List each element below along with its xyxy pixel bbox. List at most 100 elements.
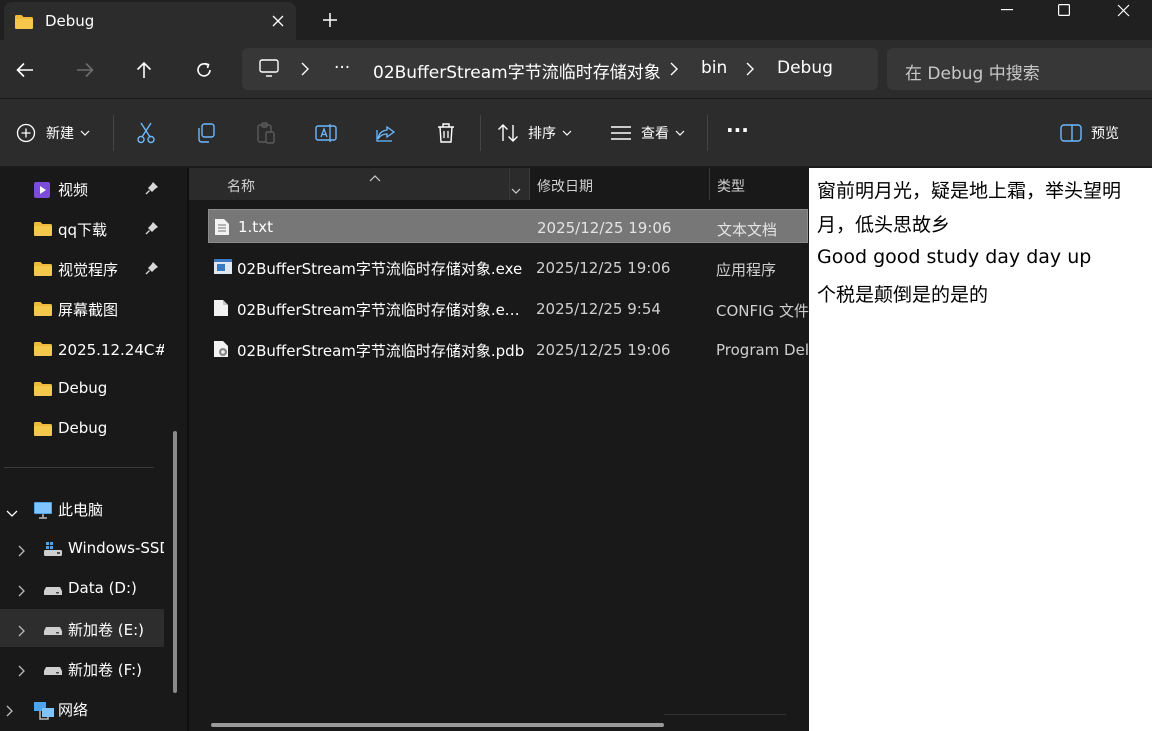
file-row[interactable]: 02BufferStream字节流临时存储对象.exe 2025/12/25 1… (208, 250, 808, 284)
chevron-right-icon (746, 62, 754, 80)
column-header-name-label: 名称 (227, 179, 255, 195)
chevron-right-icon[interactable] (18, 583, 26, 601)
address-bar[interactable]: ··· 02BufferStream字节流临时存储对象 bin Debug (242, 48, 878, 90)
delete-icon[interactable] (434, 121, 458, 145)
sidebar-scrollbar[interactable] (173, 431, 177, 693)
folder-icon (33, 341, 53, 361)
back-button[interactable] (9, 54, 41, 86)
refresh-button[interactable] (188, 54, 220, 86)
sort-button[interactable]: 排序 (497, 119, 572, 147)
sidebar-item-screenshots[interactable]: 屏幕截图 (0, 289, 164, 327)
folder-icon (33, 301, 53, 321)
more-options-button[interactable]: ··· (726, 116, 749, 144)
sidebar-item-csharp-folder[interactable]: 2025.12.24C#高 (0, 329, 164, 367)
search-input[interactable]: 在 Debug 中搜索 (905, 59, 1040, 84)
folder-icon (33, 381, 53, 401)
paste-icon[interactable] (254, 121, 278, 145)
column-divider[interactable] (529, 168, 530, 200)
file-name: 02BufferStream字节流临时存储对象.ex... (237, 301, 527, 319)
sidebar-item-label: Windows-SSD (68, 539, 164, 557)
windows-drive-icon (43, 541, 63, 561)
sidebar-item-network[interactable]: 网络 (0, 689, 164, 727)
column-divider[interactable] (509, 168, 510, 200)
minimize-button[interactable] (978, 0, 1036, 20)
sidebar-item-data-d[interactable]: Data (D:) (0, 569, 164, 607)
column-header-date[interactable]: 修改日期 (537, 176, 593, 196)
chevron-right-icon[interactable] (18, 543, 26, 561)
file-date: 2025/12/25 19:06 (536, 341, 671, 359)
file-date: 2025/12/25 9:54 (536, 300, 661, 318)
file-row[interactable]: 02BufferStream字节流临时存储对象.ex... 2025/12/25… (208, 291, 809, 325)
close-window-button[interactable] (1094, 0, 1152, 20)
file-date: 2025/12/25 19:06 (537, 219, 672, 237)
preview-text-line: 月，低头思故乡 (817, 214, 951, 236)
pin-icon (145, 261, 159, 279)
chevron-down-icon[interactable] (6, 504, 18, 522)
text-file-icon (214, 218, 230, 240)
copy-icon[interactable] (194, 121, 218, 145)
chevron-down-icon (80, 130, 90, 136)
sidebar-item-drive-e[interactable]: 新加卷 (E:) (0, 609, 164, 647)
chevron-down-icon[interactable] (511, 180, 521, 198)
computer-icon (259, 59, 279, 81)
sidebar-item-label: 新加卷 (E:) (68, 621, 145, 639)
search-box[interactable]: 在 Debug 中搜索 (887, 48, 1152, 90)
rename-icon[interactable] (314, 121, 338, 145)
breadcrumb-bin[interactable]: bin (701, 58, 727, 78)
cut-icon[interactable] (134, 121, 158, 145)
column-divider[interactable] (709, 168, 710, 200)
forward-button[interactable] (69, 54, 101, 86)
breadcrumb-overflow[interactable]: ··· (334, 58, 350, 78)
chevron-right-icon[interactable] (6, 703, 14, 721)
chevron-right-icon[interactable] (18, 623, 26, 641)
sidebar-item-videos[interactable]: 视频 (0, 169, 164, 207)
share-icon[interactable] (374, 121, 398, 145)
exe-file-icon (213, 258, 233, 280)
file-row[interactable]: 1.txt 2025/12/25 19:06 文本文档 (208, 209, 808, 243)
breadcrumb-project[interactable]: 02BufferStream字节流临时存储对象 (373, 58, 661, 83)
sidebar-item-drive-f[interactable]: 新加卷 (F:) (0, 649, 164, 687)
sort-ascending-icon (369, 168, 381, 186)
drive-icon (43, 662, 63, 680)
chevron-right-icon (670, 62, 678, 80)
chevron-right-icon (301, 62, 309, 80)
file-type: CONFIG 文件 (716, 302, 809, 320)
maximize-button[interactable] (1035, 0, 1093, 20)
column-header-type[interactable]: 类型 (717, 176, 745, 196)
sidebar-item-qq-downloads[interactable]: qq下载 (0, 209, 164, 247)
file-date: 2025/12/25 19:06 (536, 259, 671, 277)
network-icon (33, 701, 55, 725)
sidebar-item-debug-2[interactable]: Debug (0, 409, 164, 447)
preview-text-line: 窗前明月光，疑是地上霜，举头望明 (817, 180, 1122, 202)
file-type: 文本文档 (717, 221, 778, 239)
close-tab-icon[interactable] (266, 9, 290, 33)
video-folder-icon (33, 181, 51, 203)
sidebar-item-this-pc[interactable]: 此电脑 (0, 489, 164, 527)
view-button[interactable]: 查看 (610, 119, 685, 147)
file-row[interactable]: 02BufferStream字节流临时存储对象.pdb 2025/12/25 1… (208, 332, 809, 366)
preview-button[interactable]: 预览 (1060, 119, 1119, 147)
file-name: 02BufferStream字节流临时存储对象.pdb (237, 342, 525, 360)
sidebar-item-label: 网络 (58, 701, 89, 719)
view-label: 查看 (641, 126, 669, 142)
tab-debug[interactable]: Debug (4, 2, 296, 40)
sidebar-item-vision-programs[interactable]: 视觉程序 (0, 249, 164, 287)
new-tab-button[interactable] (318, 8, 342, 32)
file-name: 02BufferStream字节流临时存储对象.exe (237, 260, 523, 278)
preview-pane: 窗前明月光，疑是地上霜，举头望明 月，低头思故乡 Good good study… (809, 168, 1152, 731)
folder-icon (33, 421, 53, 441)
folder-icon (14, 14, 34, 34)
breadcrumb-debug[interactable]: Debug (777, 58, 833, 78)
sidebar-item-debug-1[interactable]: Debug (0, 369, 164, 407)
up-button[interactable] (128, 54, 160, 86)
preview-label: 预览 (1091, 126, 1119, 142)
sidebar-item-label: 2025.12.24C#高 (58, 341, 164, 359)
horizontal-scrollbar[interactable] (211, 723, 664, 727)
sidebar-item-label: Data (D:) (68, 579, 137, 597)
pin-icon (145, 181, 159, 199)
command-bar: 新建 排序 查看 ··· 预览 (0, 99, 1152, 167)
chevron-right-icon[interactable] (18, 663, 26, 681)
sidebar-item-windows-ssd[interactable]: Windows-SSD (0, 529, 164, 567)
new-button[interactable]: 新建 (16, 119, 90, 147)
column-header-name[interactable]: 名称 (189, 168, 529, 200)
